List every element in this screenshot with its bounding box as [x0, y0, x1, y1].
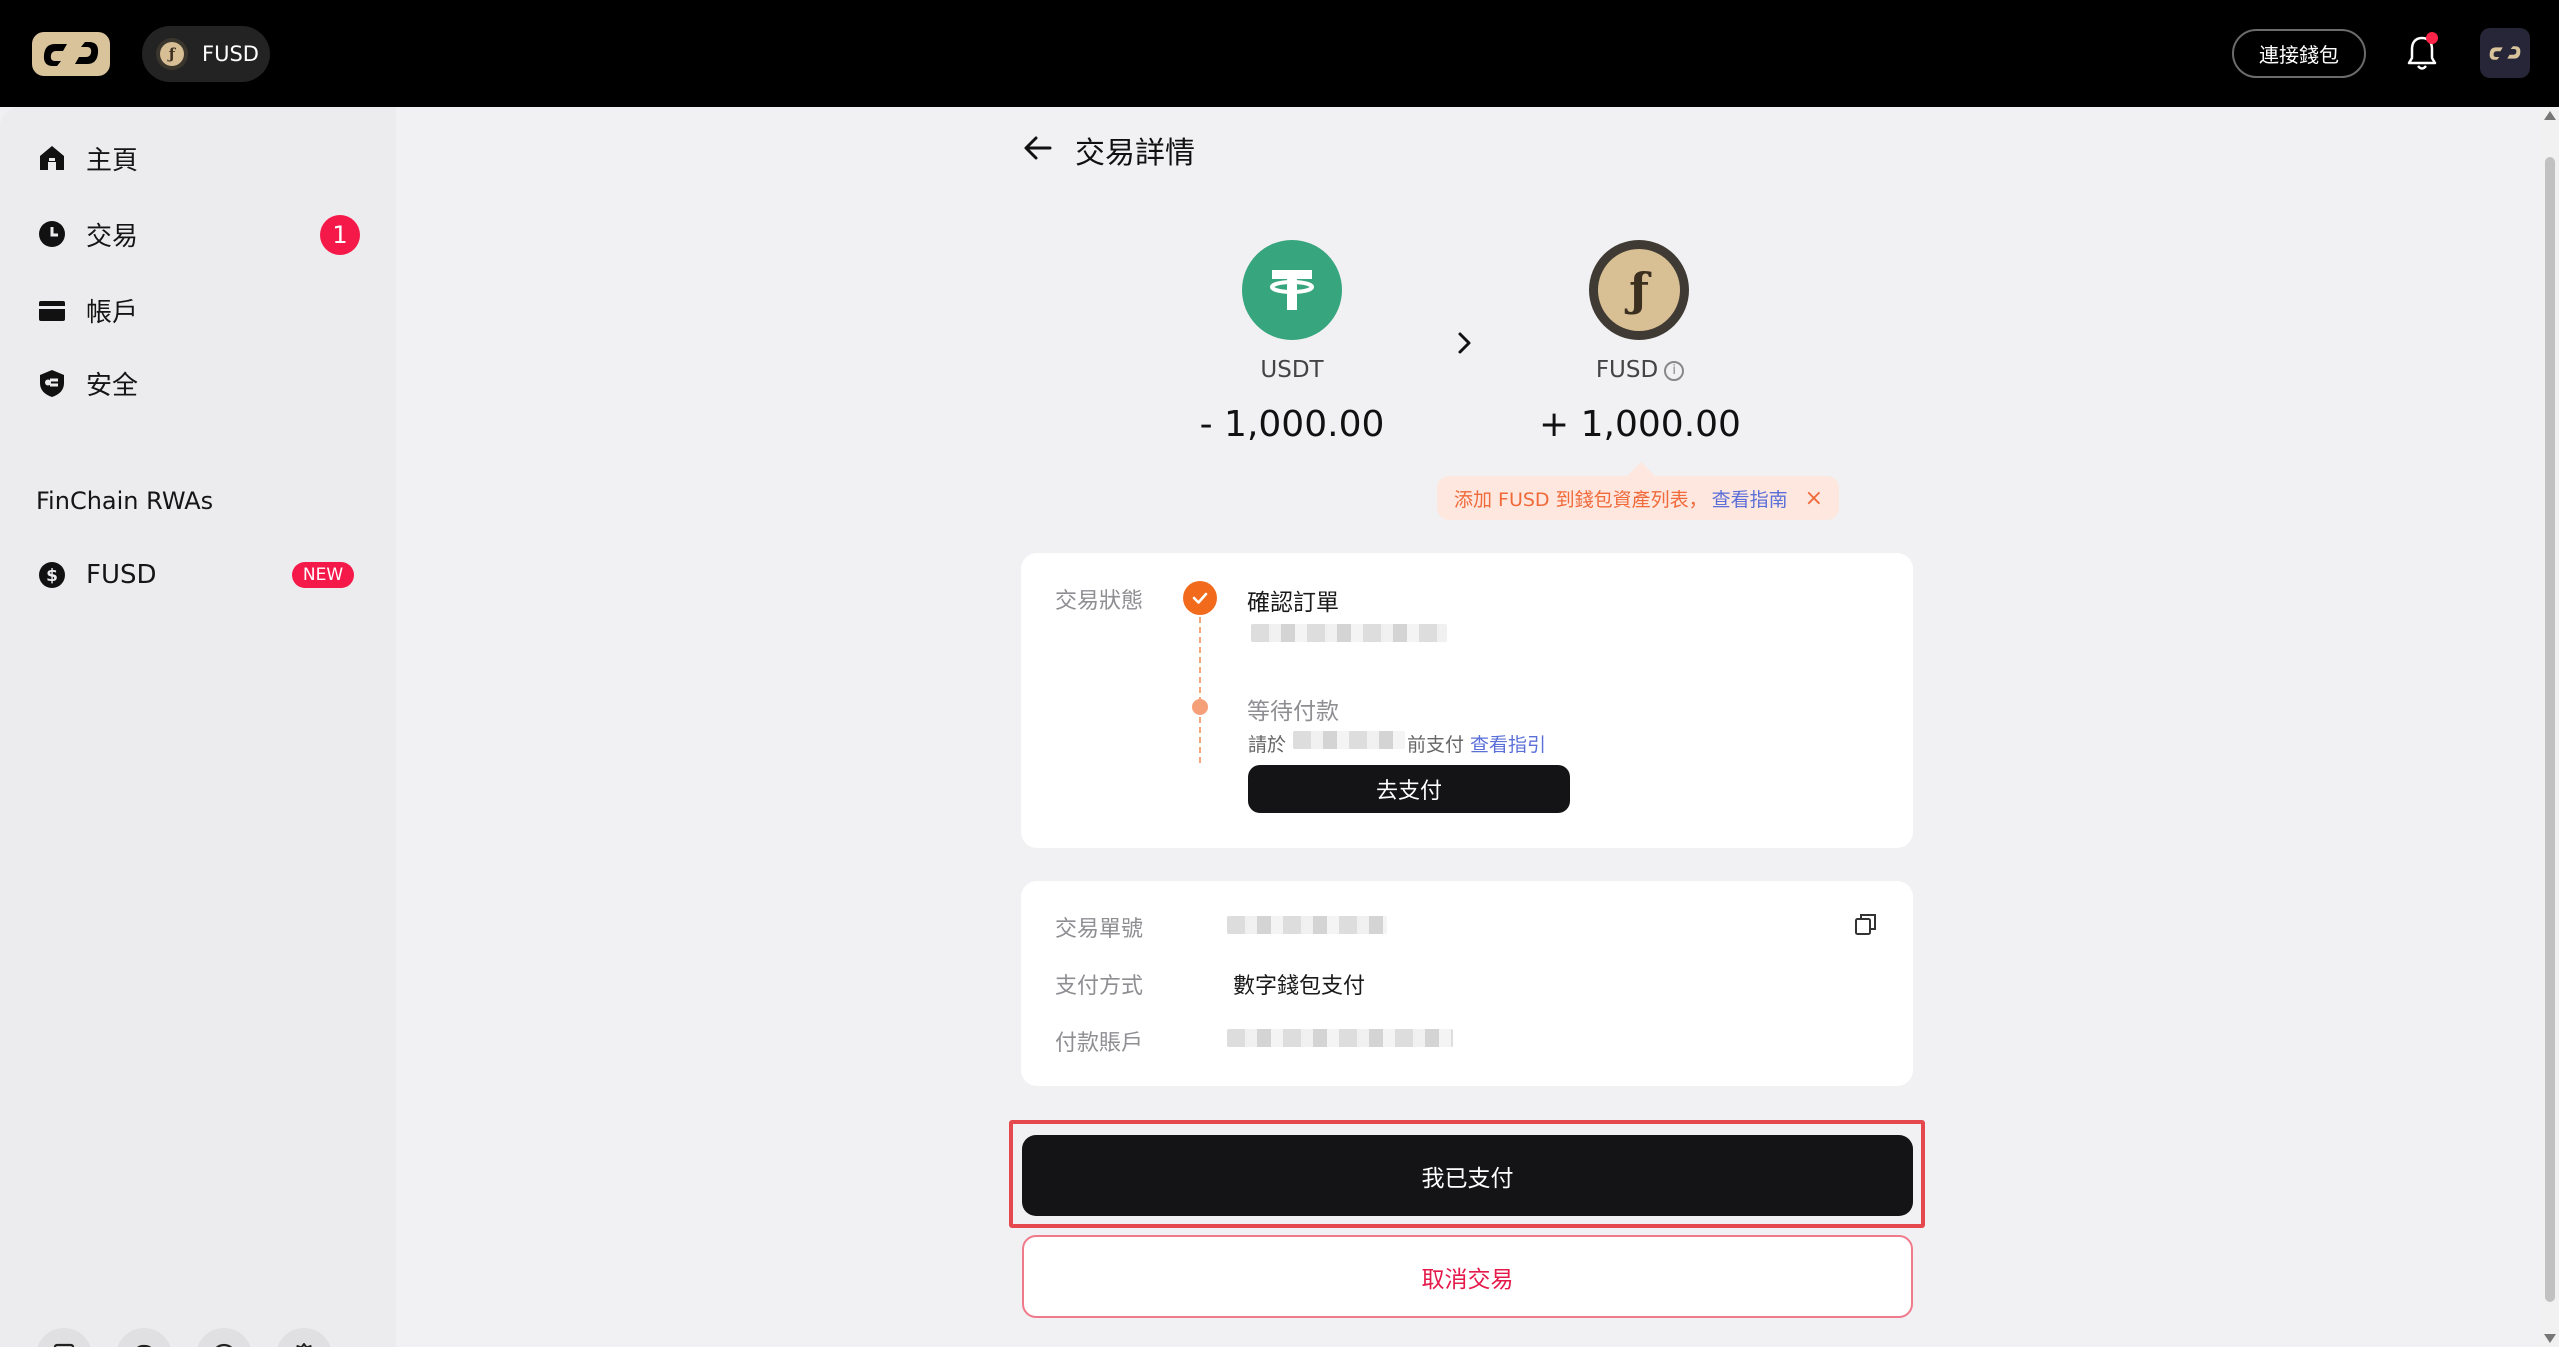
from-amount: - 1,000.00 [1199, 404, 1385, 445]
sidebar-item-home[interactable]: 主頁 [36, 135, 366, 181]
info-icon[interactable]: i [1664, 360, 1685, 381]
scrollbar[interactable] [2541, 107, 2559, 1347]
redacted-deadline [1293, 731, 1405, 749]
chevron-right-icon [1458, 332, 1471, 354]
card-icon [36, 294, 68, 326]
redacted-account [1227, 1029, 1453, 1047]
payment-method-value: 數字錢包支付 [1233, 974, 1366, 999]
sidebar-item-label: FUSD [86, 560, 157, 590]
headset-icon [137, 1344, 151, 1347]
settings-button[interactable] [276, 1328, 332, 1347]
cancel-transaction-button[interactable]: 取消交易 [1022, 1235, 1913, 1318]
sidebar-item-label: 安全 [86, 370, 139, 401]
sidebar-item-trade[interactable]: 交易 1 [36, 211, 366, 257]
sidebar-item-account[interactable]: 帳戶 [36, 287, 366, 333]
copy-icon[interactable] [1853, 911, 1879, 937]
sidebar-item-label: 交易 [86, 221, 139, 252]
logo-icon [43, 42, 99, 66]
help-icon [215, 1343, 233, 1347]
go-pay-button[interactable]: 去支付 [1248, 765, 1570, 813]
avatar-logo-icon [2489, 46, 2521, 60]
settings-icon [296, 1343, 312, 1347]
tip-text: 添加 FUSD 到錢包資產列表， [1454, 488, 1708, 511]
redacted-timestamp [1251, 624, 1447, 642]
connect-wallet-button[interactable]: 連接錢包 [2232, 29, 2366, 78]
payment-account-label: 付款賬戶 [1055, 1031, 1144, 1056]
top-bar: ƒ FUSD 連接錢包 [0, 0, 2559, 107]
step-confirm-title: 確認訂單 [1247, 590, 1339, 616]
document-icon [53, 1343, 75, 1347]
sidebar-item-security[interactable]: 安全 [36, 360, 366, 406]
new-badge: NEW [292, 562, 354, 588]
home-icon [36, 142, 68, 174]
clock-icon [36, 218, 68, 250]
svg-text:$: $ [46, 566, 58, 586]
help-button[interactable] [196, 1328, 252, 1347]
to-amount: + 1,000.00 [1539, 404, 1741, 445]
usdt-coin-icon [1242, 240, 1342, 340]
i-have-paid-button[interactable]: 我已支付 [1022, 1135, 1913, 1216]
check-icon [1183, 581, 1217, 615]
to-symbol: FUSD [1595, 357, 1659, 383]
app-logo[interactable] [32, 32, 110, 76]
detail-card: 交易單號 支付方式 數字錢包支付 付款賬戶 [1021, 881, 1913, 1086]
back-arrow-icon[interactable] [1020, 130, 1056, 166]
sidebar-item-fusd[interactable]: $ FUSD NEW [36, 552, 366, 598]
sidebar: 主頁 交易 1 帳戶 安全 FinChain RWAs $ FUSD NEW [0, 107, 396, 1347]
scroll-down-icon[interactable] [2544, 1334, 2556, 1343]
notification-dot [2426, 32, 2438, 44]
shield-icon [36, 367, 68, 399]
sidebar-item-label: 帳戶 [86, 297, 139, 328]
deadline-prefix: 請於 [1248, 734, 1287, 756]
page-title: 交易詳情 [1075, 136, 1195, 171]
fusd-coin-icon: ƒ [156, 38, 188, 70]
sidebar-item-label: 主頁 [86, 145, 139, 176]
trade-count-badge: 1 [320, 215, 360, 255]
add-token-tip: 添加 FUSD 到錢包資產列表， 查看指南 × [1437, 476, 1839, 520]
section-label-rwas: FinChain RWAs [36, 487, 214, 515]
token-label: FUSD [202, 42, 259, 66]
fusd-coin-icon: ƒ [1589, 240, 1689, 340]
status-card: 交易狀態 確認訂單 等待付款 請於 前支付 查看指引 去支付 [1021, 553, 1913, 848]
document-button[interactable] [36, 1328, 92, 1347]
tip-arrow [1627, 462, 1655, 476]
order-no-label: 交易單號 [1055, 917, 1144, 942]
coin-icon: $ [36, 559, 68, 591]
step-waiting-title: 等待付款 [1247, 699, 1339, 725]
view-instructions-link[interactable]: 查看指引 [1470, 730, 1546, 757]
to-symbol-wrap: FUSD i [1570, 357, 1710, 383]
avatar[interactable] [2480, 28, 2530, 78]
from-symbol: USDT [1260, 357, 1324, 383]
pending-dot [1192, 699, 1208, 715]
deadline-suffix: 前支付 [1407, 734, 1465, 756]
status-label: 交易狀態 [1055, 589, 1144, 614]
payment-method-label: 支付方式 [1055, 974, 1144, 999]
view-guide-link[interactable]: 查看指南 [1712, 485, 1788, 512]
redacted-order-no [1227, 916, 1387, 934]
token-selector[interactable]: ƒ FUSD [142, 26, 270, 82]
close-icon[interactable]: × [1805, 486, 1823, 511]
step-connector [1199, 617, 1201, 763]
scroll-thumb[interactable] [2545, 157, 2555, 1302]
scroll-up-icon[interactable] [2544, 111, 2556, 120]
support-button[interactable] [116, 1328, 172, 1347]
